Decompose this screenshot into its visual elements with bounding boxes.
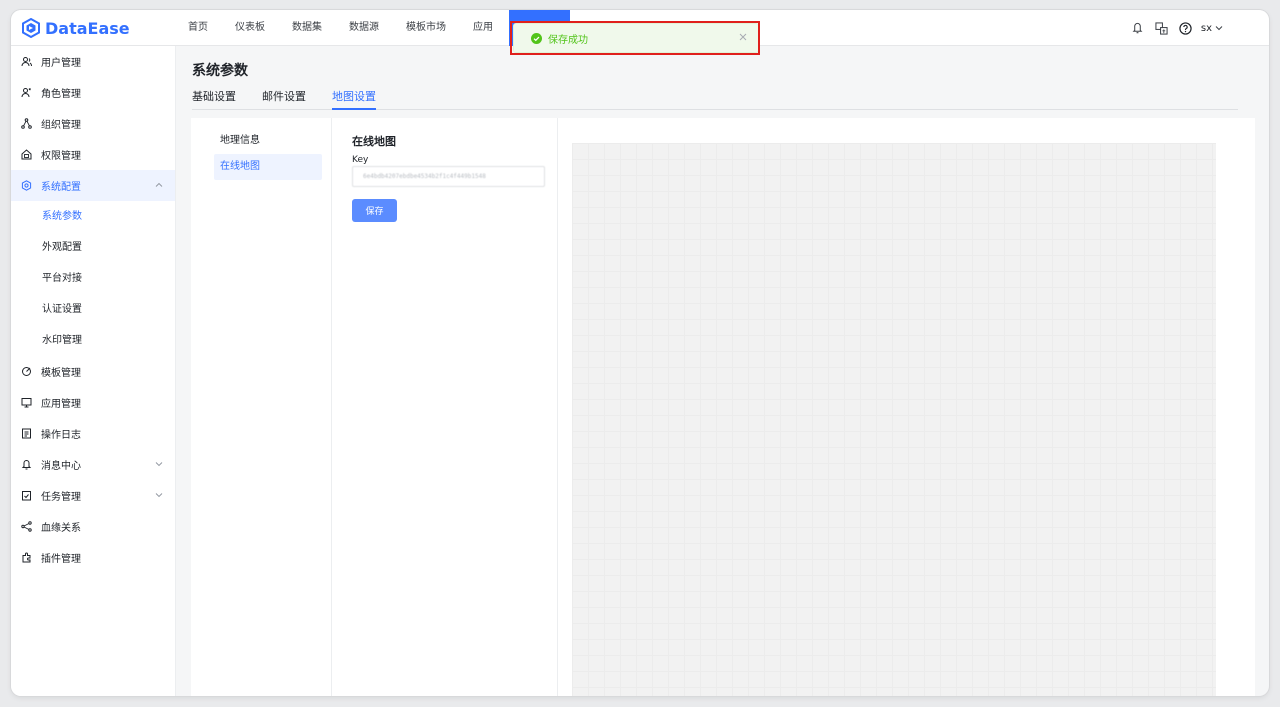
- map-settings-panel: 地理信息 在线地图 在线地图 Key 保存: [191, 118, 1255, 696]
- sidebar-item-user-management[interactable]: 用户管理: [11, 46, 175, 77]
- sub-nav-geo-info[interactable]: 地理信息: [214, 128, 322, 154]
- chevron-down-icon: [155, 493, 163, 498]
- map-sub-nav: 地理信息 在线地图: [191, 118, 332, 696]
- app-icon: [21, 397, 32, 408]
- nav-item-app[interactable]: 应用: [462, 10, 504, 46]
- sidebar-subitem-appearance[interactable]: 外观配置: [11, 232, 175, 263]
- sidebar-item-operation-log[interactable]: 操作日志: [11, 418, 175, 449]
- role-icon: [21, 87, 32, 98]
- plugin-icon: [21, 552, 32, 563]
- sidebar-item-label: 插件管理: [41, 554, 81, 565]
- gear-icon: [21, 180, 32, 191]
- form-title: 在线地图: [352, 135, 396, 148]
- sidebar-subitem-auth-settings[interactable]: 认证设置: [11, 294, 175, 325]
- user-menu[interactable]: sx: [1201, 23, 1223, 34]
- org-icon: [21, 118, 32, 129]
- notification-icon[interactable]: [1131, 21, 1145, 35]
- sidebar-item-lineage[interactable]: 血缘关系: [11, 511, 175, 542]
- sidebar-item-label: 系统配置: [41, 182, 81, 193]
- log-icon: [21, 428, 32, 439]
- sidebar-subitem-platform-integration[interactable]: 平台对接: [11, 263, 175, 294]
- sidebar-item-message-center[interactable]: 消息中心: [11, 449, 175, 480]
- chevron-down-icon: [155, 462, 163, 467]
- user-name: sx: [1200, 22, 1212, 34]
- header-actions: sx: [1121, 10, 1223, 46]
- nav-item-template-market[interactable]: 模板市场: [395, 10, 457, 46]
- sidebar-item-org-management[interactable]: 组织管理: [11, 108, 175, 139]
- lock-icon: [21, 149, 32, 160]
- brand-name: DataEase: [45, 18, 130, 38]
- sub-nav-online-map[interactable]: 在线地图: [214, 154, 322, 180]
- sidebar-item-label: 血缘关系: [41, 523, 81, 534]
- sidebar-item-label: 权限管理: [41, 151, 81, 162]
- sidebar-subitem-watermark[interactable]: 水印管理: [11, 325, 175, 356]
- nav-item-datasource[interactable]: 数据源: [338, 10, 390, 46]
- task-icon: [21, 490, 32, 501]
- sidebar-item-role-management[interactable]: 角色管理: [11, 77, 175, 108]
- lineage-icon: [21, 521, 32, 532]
- tab-email-settings[interactable]: 邮件设置: [262, 88, 306, 110]
- sidebar-item-task-management[interactable]: 任务管理: [11, 480, 175, 511]
- save-button[interactable]: 保存: [352, 199, 397, 222]
- sidebar-item-label: 用户管理: [41, 58, 81, 69]
- chevron-down-icon: [1215, 26, 1223, 31]
- sidebar: 用户管理 角色管理 组织管理 权限管理 系统配置 系统参数 外观配置 平台对接 …: [11, 46, 176, 696]
- brand-logo[interactable]: DataEase: [21, 17, 130, 39]
- nav-item-home[interactable]: 首页: [177, 10, 219, 46]
- app-window: DataEase 首页 仪表板 数据集 数据源 模板市场 应用 系统管 sx: [11, 10, 1269, 696]
- page-title: 系统参数: [192, 63, 248, 79]
- sidebar-item-label: 应用管理: [41, 399, 81, 410]
- tab-map-settings[interactable]: 地图设置: [332, 88, 376, 110]
- sidebar-item-app-management[interactable]: 应用管理: [11, 387, 175, 418]
- map-preview[interactable]: [572, 143, 1216, 696]
- key-input[interactable]: [352, 166, 545, 187]
- template-icon: [21, 366, 32, 377]
- sidebar-item-label: 消息中心: [41, 461, 81, 472]
- tab-basic-settings[interactable]: 基础设置: [192, 88, 236, 110]
- highlight-box: [510, 21, 760, 55]
- help-icon[interactable]: [1179, 21, 1193, 35]
- sidebar-subitem-system-params[interactable]: 系统参数: [11, 201, 175, 232]
- user-icon: [21, 56, 32, 67]
- nav-item-dashboard[interactable]: 仪表板: [224, 10, 276, 46]
- dataease-logo-icon: [22, 18, 40, 38]
- sidebar-item-label: 操作日志: [41, 430, 81, 441]
- chevron-up-icon: [155, 182, 163, 187]
- settings-tabs: 基础设置 邮件设置 地图设置: [192, 88, 1238, 110]
- sidebar-item-label: 组织管理: [41, 120, 81, 131]
- sidebar-item-permission-management[interactable]: 权限管理: [11, 139, 175, 170]
- sidebar-item-template-management[interactable]: 模板管理: [11, 356, 175, 387]
- key-label: Key: [352, 155, 369, 165]
- sidebar-item-system-config[interactable]: 系统配置: [11, 170, 175, 201]
- sidebar-item-label: 模板管理: [41, 368, 81, 379]
- online-map-form: 在线地图 Key 保存: [332, 118, 558, 696]
- nav-item-dataset[interactable]: 数据集: [281, 10, 333, 46]
- translate-icon[interactable]: [1155, 21, 1169, 35]
- sidebar-item-label: 任务管理: [41, 492, 81, 503]
- sidebar-item-label: 角色管理: [41, 89, 81, 100]
- sidebar-item-plugin-management[interactable]: 插件管理: [11, 542, 175, 573]
- bell-icon: [21, 459, 32, 470]
